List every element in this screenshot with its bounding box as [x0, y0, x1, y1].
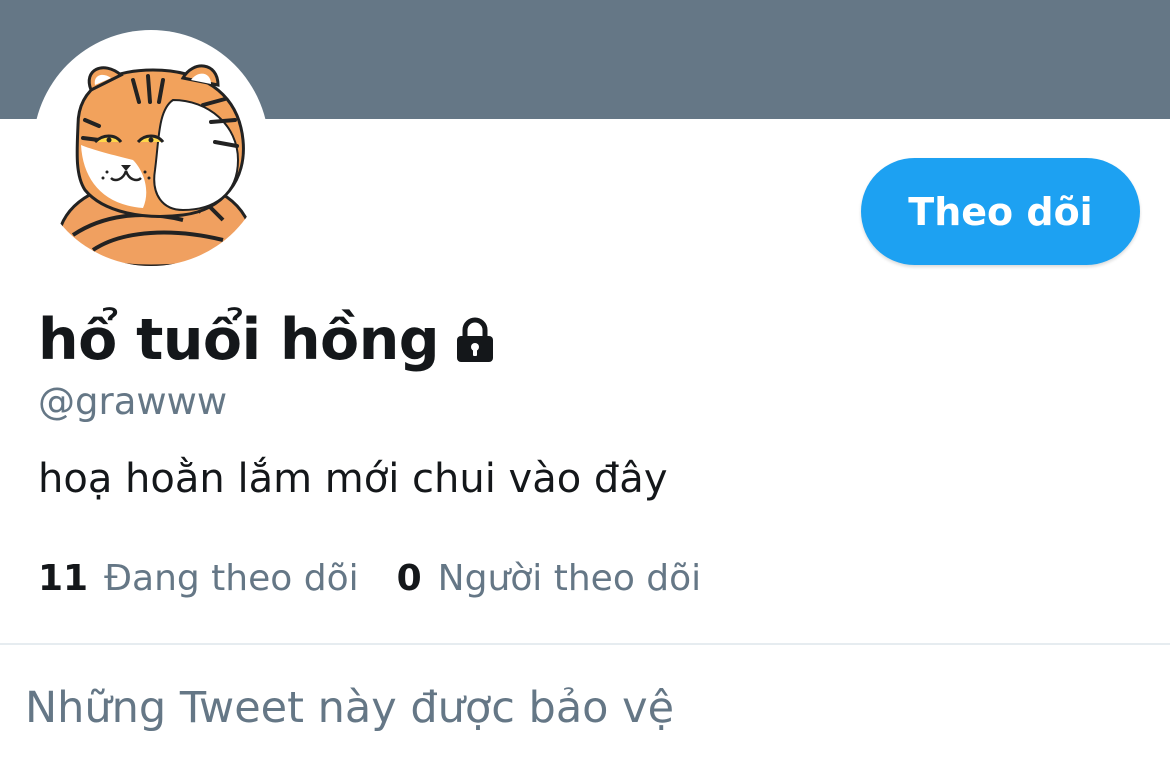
- display-name: hổ tuổi hồng: [38, 307, 440, 373]
- followers-count: 0: [396, 558, 422, 599]
- follow-button[interactable]: Theo dõi: [861, 158, 1140, 265]
- profile-bio: hoạ hoằn lắm mới chui vào đây: [38, 456, 668, 502]
- profile-name-row: hổ tuổi hồng: [38, 300, 499, 380]
- followers-stat[interactable]: 0 Người theo dõi: [397, 558, 702, 599]
- profile-handle: @grawww: [38, 380, 228, 423]
- following-stat[interactable]: 11 Đang theo dõi: [38, 558, 359, 599]
- followers-label: Người theo dõi: [437, 558, 702, 599]
- tiger-avatar-icon: [59, 64, 253, 266]
- section-divider: [0, 643, 1170, 645]
- profile-stats: 11 Đang theo dõi 0 Người theo dõi: [38, 558, 701, 599]
- profile-avatar[interactable]: [33, 30, 269, 266]
- protected-tweets-title: Những Tweet này được bảo vệ: [25, 683, 675, 733]
- lock-icon: [451, 316, 499, 364]
- following-count: 11: [38, 558, 89, 599]
- following-label: Đang theo dõi: [104, 558, 359, 599]
